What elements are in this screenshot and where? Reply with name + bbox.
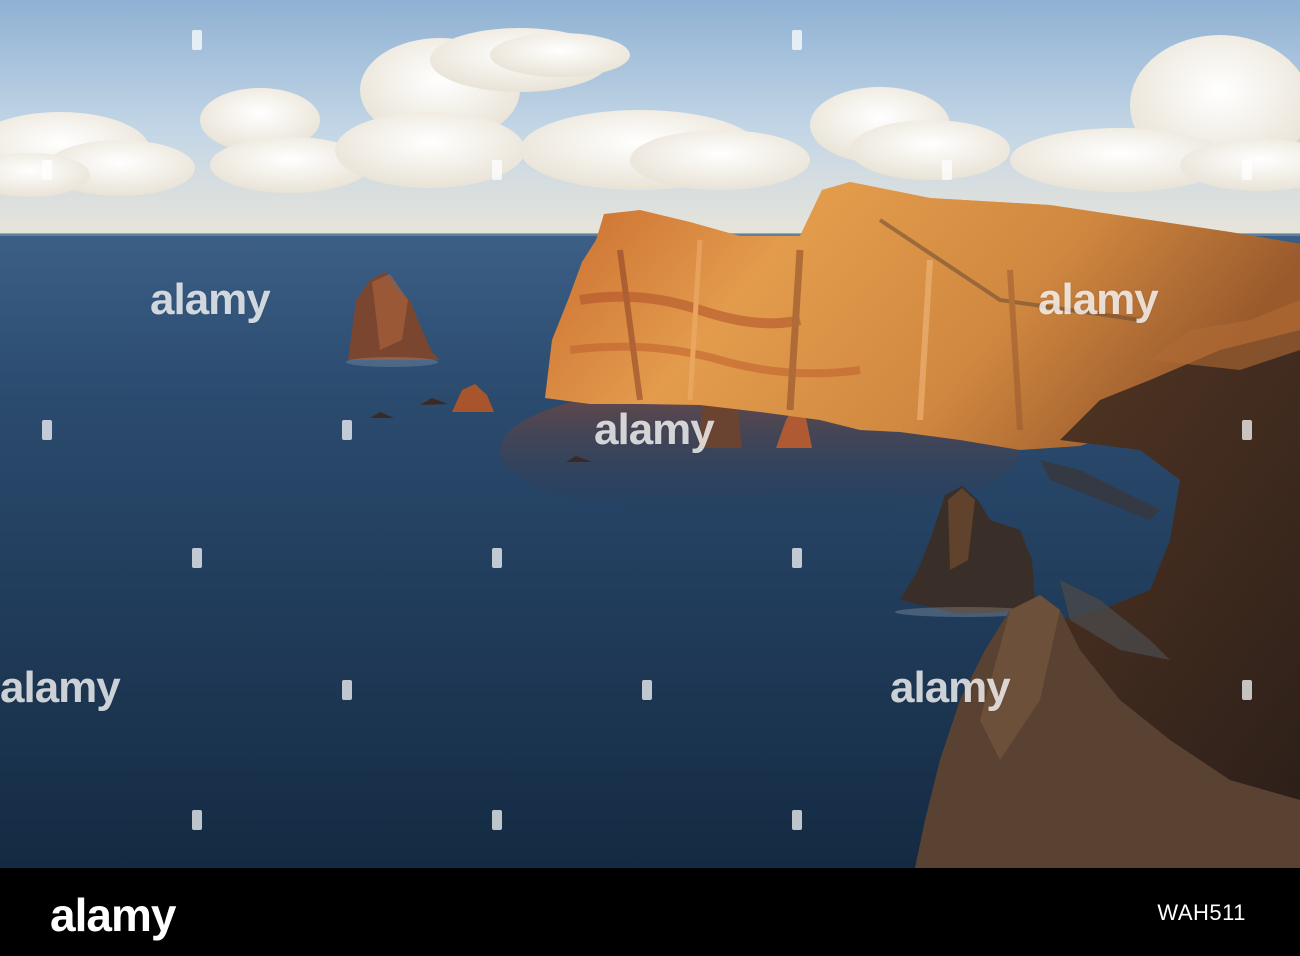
watermark-mark <box>342 420 352 440</box>
watermark-text: alamy <box>594 405 715 454</box>
watermark-mark <box>942 160 952 180</box>
watermark-mark <box>42 160 52 180</box>
watermark-mark <box>192 810 202 830</box>
watermark-mark <box>192 548 202 568</box>
watermark-text: alamy <box>150 275 271 324</box>
watermark-mark <box>492 548 502 568</box>
watermark-mark <box>492 810 502 830</box>
watermark-mark <box>192 30 202 50</box>
watermark-text: alamy <box>1038 275 1159 324</box>
image-id: WAH511 <box>1157 900 1246 925</box>
alamy-logo: alamy <box>50 889 176 941</box>
watermark-mark <box>342 680 352 700</box>
watermark-mark <box>42 420 52 440</box>
landscape-photo: alamy alamy alamy alamy alamy <box>0 0 1300 868</box>
watermark-mark <box>792 30 802 50</box>
watermark-mark <box>792 548 802 568</box>
watermark-mark <box>1242 420 1252 440</box>
watermark-mark <box>1242 680 1252 700</box>
watermark-mark <box>492 160 502 180</box>
watermark-mark <box>792 810 802 830</box>
watermark-text: alamy <box>0 663 121 712</box>
footer-bar: alamy WAH511 <box>0 868 1300 956</box>
watermark-mark <box>642 680 652 700</box>
watermark-text: alamy <box>890 663 1011 712</box>
watermark-mark <box>1242 160 1252 180</box>
